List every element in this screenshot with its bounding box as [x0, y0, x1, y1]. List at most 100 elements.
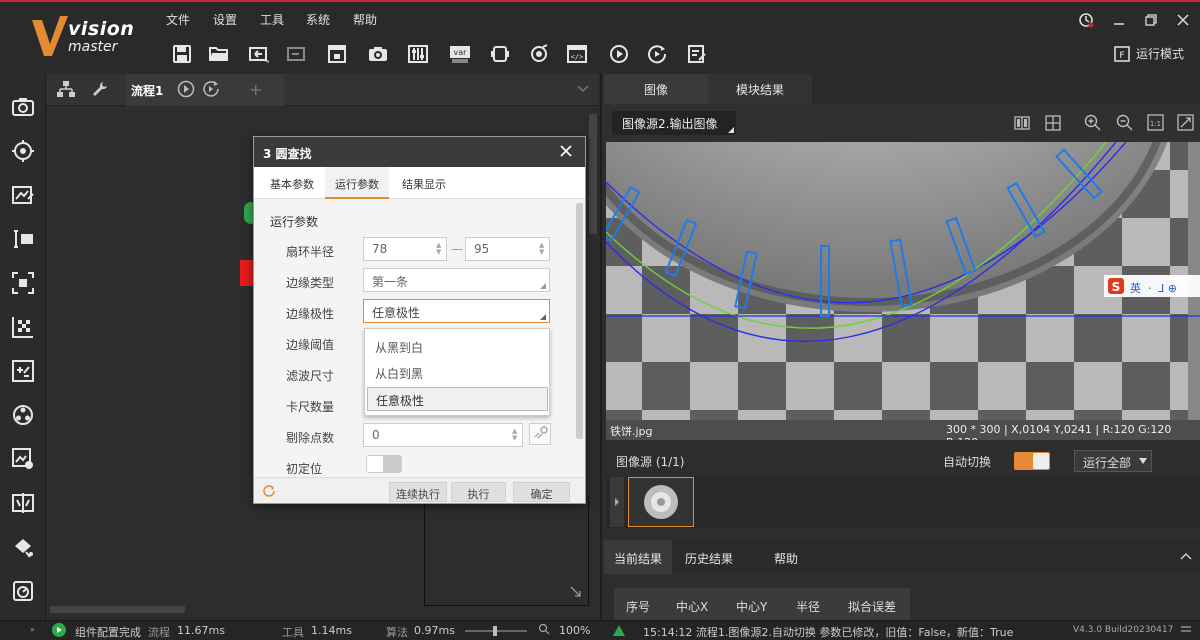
option-black-to-white[interactable]: 从黑到白	[367, 335, 548, 359]
tab-module-results[interactable]: 模块结果	[708, 74, 812, 104]
close-icon[interactable]	[560, 145, 572, 157]
dialog-scrollbar[interactable]	[576, 203, 583, 439]
tab-basic-params[interactable]: 基本参数	[262, 167, 322, 199]
tab-current-results[interactable]: 当前结果	[604, 540, 672, 574]
controller-settings-icon[interactable]	[406, 42, 430, 66]
tab-run-params[interactable]: 运行参数	[325, 167, 389, 199]
flow-hscrollbar[interactable]	[50, 606, 185, 613]
logic-tool-icon[interactable]	[10, 490, 36, 516]
zoom-in-icon[interactable]	[1084, 114, 1101, 131]
image-processing-icon[interactable]	[10, 358, 36, 384]
tab-help[interactable]: 帮助	[756, 540, 816, 574]
camera-icon[interactable]	[366, 42, 390, 66]
run-button[interactable]: 执行	[451, 482, 506, 502]
menu-tools[interactable]: 工具	[260, 11, 284, 28]
global-trigger-icon[interactable]	[527, 42, 551, 66]
minimize-icon[interactable]	[1108, 10, 1130, 30]
global-script-icon[interactable]: </>	[565, 42, 589, 66]
algo-time-label: 算法	[386, 626, 408, 639]
strip-left-arrow[interactable]	[610, 477, 624, 527]
wrench-icon[interactable]	[91, 80, 111, 100]
import-icon[interactable]	[247, 42, 271, 66]
refresh-icon[interactable]	[262, 484, 276, 498]
ok-button[interactable]: 确定	[513, 482, 570, 502]
add-flow-icon[interactable]: +	[249, 80, 262, 99]
dropdown-corner-icon	[540, 283, 546, 289]
color-processing-icon[interactable]	[10, 402, 36, 428]
global-variable-icon[interactable]: var	[448, 42, 472, 66]
menu-settings[interactable]: 设置	[213, 11, 237, 28]
radius-min-input[interactable]: 78 ▲ ▼	[363, 237, 447, 261]
deep-learning-icon[interactable]	[10, 578, 36, 604]
fit-window-icon[interactable]	[1177, 114, 1194, 131]
continuous-run-button[interactable]: 连续执行	[389, 482, 447, 502]
tab-history-results[interactable]: 历史结果	[676, 540, 742, 574]
tab-image[interactable]: 图像	[604, 74, 708, 104]
account-icon[interactable]	[1075, 10, 1097, 30]
flow-run-loop-icon[interactable]	[202, 80, 220, 98]
flow-run-once-icon[interactable]	[177, 80, 195, 98]
run-all-select[interactable]: 运行全部	[1074, 450, 1152, 472]
crosshair-icon[interactable]	[1045, 115, 1061, 131]
defect-detection-icon[interactable]	[10, 446, 36, 472]
communication-icon[interactable]	[488, 42, 512, 66]
spin-arrows-icon[interactable]: ▲ ▼	[436, 242, 441, 256]
close-window-icon[interactable]	[1172, 10, 1194, 30]
expand-log-icon[interactable]	[1180, 623, 1192, 635]
save-icon[interactable]	[170, 42, 194, 66]
run-mode-button[interactable]: F 运行模式	[1114, 45, 1184, 62]
edge-type-value: 第一条	[372, 275, 409, 289]
run-continuous-icon[interactable]	[645, 42, 669, 66]
image-pixel-info: 300 * 300 | X,0104 Y,0241 | R:120 G:120 …	[946, 423, 1172, 440]
zoom-out-icon[interactable]	[1116, 114, 1133, 131]
menu-file[interactable]: 文件	[166, 11, 190, 28]
image-capture-icon[interactable]	[10, 94, 36, 120]
edge-polarity-select[interactable]: 任意极性	[363, 299, 550, 323]
image-info-bar: 铁饼.jpg 300 * 300 | X,0104 Y,0241 | R:120…	[606, 420, 1200, 440]
image-source-select[interactable]: 图像源2.输出图像	[612, 111, 736, 135]
tab-result-display[interactable]: 结果显示	[394, 167, 454, 199]
init-pos-toggle[interactable]	[366, 455, 402, 473]
operation-interface-icon[interactable]	[685, 42, 709, 66]
locate-icon[interactable]	[10, 138, 36, 164]
expand-arrows-icon[interactable]: »	[30, 625, 35, 634]
flow-scrollbar[interactable]	[589, 114, 597, 234]
actual-size-icon[interactable]: 1:1	[1147, 114, 1164, 131]
menu-system[interactable]: 系统	[306, 11, 330, 28]
image-source-count: 图像源 (1/1)	[616, 455, 685, 469]
menu-help[interactable]: 帮助	[353, 11, 377, 28]
edge-type-select[interactable]: 第一条	[363, 268, 550, 292]
run-once-icon[interactable]	[607, 42, 631, 66]
logo-master-text: master	[68, 39, 118, 55]
calibration-icon[interactable]	[10, 270, 36, 296]
remove-points-input[interactable]: 0 ▲ ▼	[363, 423, 523, 447]
split-view-icon[interactable]	[1014, 116, 1030, 130]
zoom-slider[interactable]	[465, 626, 527, 636]
zoom-level: 100%	[559, 624, 591, 637]
image-canvas[interactable]: S 英 ㆍ ⅃ ⊕ 铁饼.jpg 300 * 300 | X,0104 Y,02…	[606, 142, 1200, 440]
link-param-icon[interactable]	[529, 423, 551, 445]
radius-max-input[interactable]: 95 ▲ ▼	[465, 237, 550, 261]
recognize-icon[interactable]	[10, 226, 36, 252]
radius-max-value: 95	[474, 242, 490, 256]
chevron-down-icon[interactable]	[576, 82, 590, 94]
col-index: 序号	[626, 600, 651, 614]
spin-arrows-icon[interactable]: ▲ ▼	[539, 242, 544, 256]
measure-icon[interactable]	[10, 182, 36, 208]
export-icon[interactable]	[285, 42, 309, 66]
resize-corner-icon[interactable]	[570, 586, 582, 598]
chevron-up-icon[interactable]	[1180, 551, 1192, 561]
communication-tool-icon[interactable]	[10, 534, 36, 560]
zoom-search-icon[interactable]	[538, 623, 550, 635]
spin-arrows-icon[interactable]: ▲ ▼	[512, 428, 517, 442]
image-filename: 铁饼.jpg	[610, 425, 653, 438]
lock-window-icon[interactable]	[325, 42, 349, 66]
option-any-polarity[interactable]: 任意极性	[367, 387, 548, 411]
alignment-icon[interactable]	[10, 314, 36, 340]
option-white-to-black[interactable]: 从白到黑	[367, 361, 548, 385]
auto-switch-toggle[interactable]	[1014, 452, 1050, 470]
restore-icon[interactable]	[1140, 10, 1162, 30]
flow-tree-icon[interactable]	[56, 80, 78, 100]
image-thumbnail[interactable]	[628, 477, 694, 527]
open-folder-icon[interactable]	[207, 42, 231, 66]
